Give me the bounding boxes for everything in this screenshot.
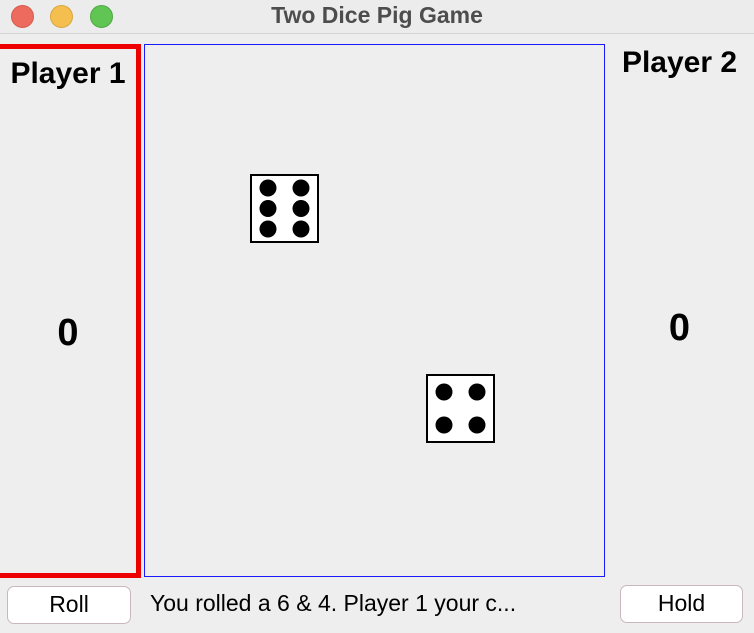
- die-pip: [259, 220, 277, 238]
- die-pip: [468, 416, 486, 434]
- die-pip: [468, 383, 486, 401]
- die-pip: [435, 383, 453, 401]
- die-pip: [292, 179, 310, 197]
- player-1-panel: Player 1 0: [0, 44, 141, 578]
- die-face: [435, 383, 486, 434]
- player-1-name: Player 1: [10, 57, 126, 90]
- die-1: [250, 174, 319, 243]
- dice-board: [144, 44, 605, 577]
- die-pip: [292, 200, 310, 217]
- control-bar: Roll You rolled a 6 & 4. Player 1 your c…: [0, 578, 754, 633]
- player-2-panel: Player 2 0: [605, 44, 754, 578]
- status-message: You rolled a 6 & 4. Player 1 your c...: [150, 590, 517, 616]
- player-2-score: 0: [668, 307, 691, 349]
- player-2-name: Player 2: [621, 46, 738, 79]
- die-face: [259, 179, 310, 238]
- player-1-score: 0: [57, 312, 79, 354]
- app-window: Two Dice Pig Game Player 1 0 Player 2 0 …: [0, 0, 754, 633]
- hold-button[interactable]: Hold: [620, 585, 743, 623]
- die-pip: [435, 416, 453, 434]
- die-2: [426, 374, 495, 443]
- window-title: Two Dice Pig Game: [271, 2, 483, 28]
- title-bar: Two Dice Pig Game: [0, 0, 754, 34]
- die-pip: [259, 179, 277, 197]
- roll-button[interactable]: Roll: [7, 586, 131, 624]
- die-pip: [292, 220, 310, 238]
- die-pip: [259, 200, 277, 217]
